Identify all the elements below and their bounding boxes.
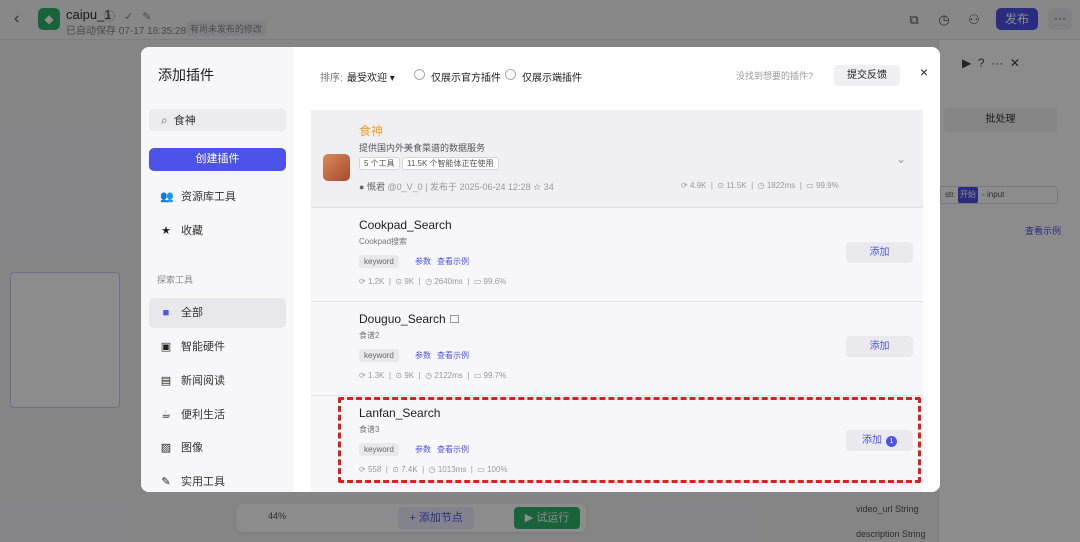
calls-icon: ⊙ <box>395 277 403 286</box>
image-icon <box>449 315 459 323</box>
highlight-annotation <box>338 397 921 483</box>
runs-count: 4.9K <box>689 181 707 190</box>
plugin-stats: ⟳ 4.9K | ⊙ 11.5K | ◷ 1822ms | ▭ 99.9% <box>681 181 839 190</box>
success-icon: ▭ <box>806 181 814 190</box>
sidebar-item-lifestyle[interactable]: ☕ 便利生活 <box>149 400 286 430</box>
wrench-icon: ✎ <box>161 476 171 488</box>
latency: 1822ms <box>766 181 796 190</box>
success-rate: 99.6% <box>483 277 507 286</box>
sidebar-item-utilities[interactable]: ✎ 实用工具 <box>149 467 286 492</box>
tool-name: Douguo_Search <box>359 312 446 326</box>
latency: 2640ms <box>434 277 463 286</box>
success-rate: 99.9% <box>816 181 839 190</box>
sidebar-item-label: 实用工具 <box>181 476 225 488</box>
params-link[interactable]: 参数 <box>415 350 431 361</box>
sidebar-item-smart-hardware[interactable]: ▣ 智能硬件 <box>149 332 286 362</box>
sidebar-item-label: 新闻阅读 <box>181 375 225 387</box>
grid-icon: ■ <box>162 307 170 319</box>
sidebar-item-library-tools[interactable]: 👥 资源库工具 <box>149 182 286 212</box>
tool-name-wrap: Douguo_Search <box>359 312 459 326</box>
not-found-text: 没找到想要的插件? <box>736 71 814 81</box>
add-button[interactable]: 添加 <box>846 242 913 263</box>
create-plugin-button[interactable]: 创建插件 <box>149 148 286 171</box>
add-button[interactable]: 添加 <box>846 336 913 357</box>
sidebar-item-label: 收藏 <box>181 225 203 237</box>
runs-icon: ⟳ <box>359 277 366 286</box>
search-icon: ⌕ <box>161 113 168 127</box>
publish-date: 发布于 2025-06-24 12:28 <box>430 182 531 192</box>
sort-dropdown[interactable]: 最受欢迎 ▾ <box>347 69 395 84</box>
latency-icon: ◷ <box>425 277 433 286</box>
success-rate: 99.7% <box>483 371 507 380</box>
calls-count: 9K <box>404 371 415 380</box>
latency-icon: ◷ <box>757 181 765 190</box>
book-icon: ▤ <box>160 375 172 387</box>
sidebar-item-favorites[interactable]: ★ 收藏 <box>149 216 286 246</box>
sidebar-item-label: 图像 <box>181 442 203 454</box>
sidebar-item-label: 便利生活 <box>181 409 225 421</box>
latency: 2122ms <box>434 371 463 380</box>
close-icon[interactable]: × <box>916 63 932 81</box>
cup-icon: ☕ <box>161 409 171 421</box>
view-example-link[interactable]: 查看示例 <box>437 256 469 267</box>
sidebar-item-label: 资源库工具 <box>181 191 236 203</box>
client-only-radio[interactable] <box>505 69 516 80</box>
calls-count: 11.5K <box>726 181 747 190</box>
section-label-explore: 探索工具 <box>157 275 194 285</box>
plugin-tool-row[interactable]: Douguo_Search 食谱2 keyword 参数 查看示例 ⟳ 1.3K… <box>311 302 923 396</box>
runs-count: 1.3K <box>367 371 385 380</box>
search-value: 食神 <box>173 115 196 127</box>
image-icon: ▨ <box>160 442 172 454</box>
plugin-description: 提供国内外美食菜谱的数据服务 <box>359 143 486 153</box>
view-example-link[interactable]: 查看示例 <box>437 350 469 361</box>
sidebar-item-all[interactable]: ■ 全部 <box>149 298 286 328</box>
tool-name: Cookpad_Search <box>359 218 452 232</box>
sidebar-item-news[interactable]: ▤ 新闻阅读 <box>149 366 286 396</box>
latency-icon: ◷ <box>425 371 433 380</box>
sidebar-item-image[interactable]: ▨ 图像 <box>149 433 286 463</box>
plugin-card-featured[interactable]: 食神 提供国内外美食菜谱的数据服务 5 个工具 11.5K 个智能体正在使用 ●… <box>311 110 923 208</box>
tool-stats: ⟳ 1.3K | ⊙ 9K | ◷ 2122ms | ▭ 99.7% <box>359 371 507 380</box>
calls-icon: ⊙ <box>395 371 403 380</box>
sort-label: 排序: <box>320 73 343 84</box>
sidebar-item-label: 智能硬件 <box>181 341 225 353</box>
plugin-name: 食神 <box>359 124 384 138</box>
modal-title: 添加插件 <box>158 67 214 83</box>
runs-count: 1.2K <box>367 277 385 286</box>
tools-count-chip: 5 个工具 <box>359 157 400 170</box>
client-only-label[interactable]: 仅展示端插件 <box>522 69 582 84</box>
official-only-label[interactable]: 仅展示官方插件 <box>431 69 501 84</box>
author-handle: @0_V_0 <box>387 182 423 192</box>
success-icon: ▭ <box>473 277 482 286</box>
runs-icon: ⟳ <box>359 371 366 380</box>
param-chip: keyword <box>359 349 399 362</box>
people-icon: 👥 <box>160 191 174 203</box>
modal-sidebar: 添加插件 ⌕ 食神 创建插件 👥 资源库工具 ★ 收藏 探索工具 ■ 全部 ▣ 智能硬件 … <box>141 47 294 492</box>
plugin-tool-row[interactable]: Cookpad_Search Cookpad搜索 keyword 参数 查看示例… <box>311 208 923 302</box>
tool-description: Cookpad搜索 <box>359 237 408 246</box>
calls-icon: ⊙ <box>717 181 725 190</box>
usage-chip: 11.5K 个智能体正在使用 <box>402 157 499 170</box>
plugin-author-line: ● 慨君 @0_V_0 | 发布于 2025-06-24 12:28 ☆ 34 <box>359 182 554 192</box>
tool-stats: ⟳ 1.2K | ⊙ 9K | ◷ 2640ms | ▭ 99.6% <box>359 277 507 286</box>
star-count: 34 <box>543 182 554 192</box>
plugin-avatar <box>323 154 350 181</box>
chevron-down-icon[interactable]: ⌄ <box>896 152 906 166</box>
star-icon: ★ <box>161 225 171 237</box>
param-chip: keyword <box>359 255 399 268</box>
star-icon: ☆ <box>533 182 542 192</box>
params-link[interactable]: 参数 <box>415 256 431 267</box>
sidebar-item-label: 全部 <box>181 307 203 319</box>
official-only-radio[interactable] <box>414 69 425 80</box>
success-icon: ▭ <box>473 371 482 380</box>
calls-count: 9K <box>404 277 415 286</box>
plugin-search-input[interactable]: ⌕ 食神 <box>149 109 286 131</box>
feedback-button[interactable]: 提交反馈 <box>834 65 900 86</box>
chip-icon: ▣ <box>160 341 172 353</box>
author-name: 慨君 <box>366 182 385 192</box>
runs-icon: ⟳ <box>681 181 688 190</box>
tool-description: 食谱2 <box>359 331 380 340</box>
author-avatar-icon: ● <box>359 182 365 192</box>
